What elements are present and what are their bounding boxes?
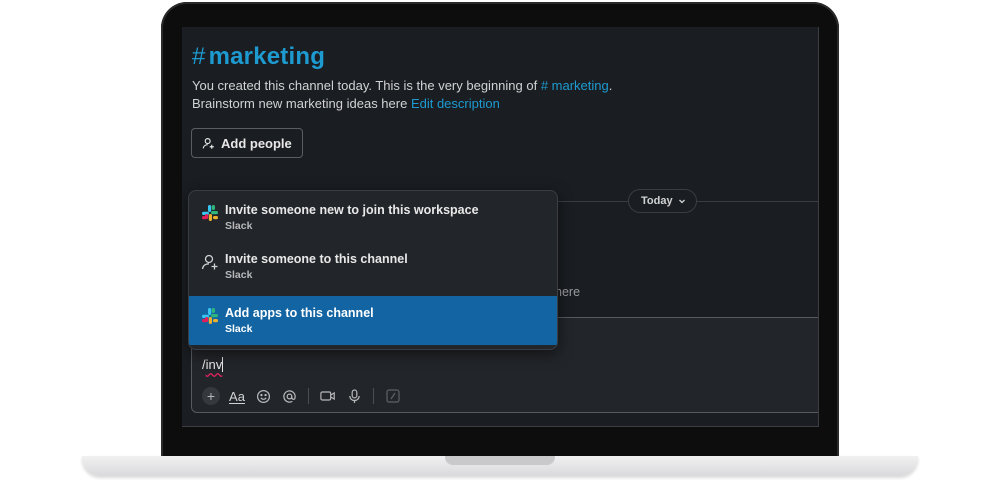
- channel-hash: #: [192, 43, 206, 70]
- intro-text: You created this channel today. This is …: [192, 78, 541, 93]
- page-title: # marketing: [192, 43, 325, 71]
- channel-name: marketing: [208, 43, 326, 70]
- format-icon: Aa: [229, 388, 245, 404]
- mention-button[interactable]: [278, 385, 300, 407]
- obscured-message-text: here: [555, 285, 581, 299]
- message-input[interactable]: /inv: [202, 357, 224, 372]
- channel-description-line: Brainstorm new marketing ideas here Edit…: [192, 96, 500, 111]
- intro-suffix: .: [608, 78, 613, 93]
- video-clip-button[interactable]: [317, 385, 339, 407]
- plus-icon: +: [202, 387, 220, 405]
- input-typed-text: inv: [205, 357, 223, 372]
- microphone-icon: [348, 388, 360, 403]
- slack-logo-icon: [202, 205, 218, 221]
- shortcuts-button[interactable]: [382, 385, 404, 407]
- menu-item-add-apps[interactable]: Add apps to this channel Slack: [189, 296, 557, 345]
- emoji-button[interactable]: [252, 385, 274, 407]
- chevron-down-icon: [678, 199, 685, 204]
- menu-item-source: Slack: [225, 323, 253, 335]
- menu-item-source: Slack: [225, 269, 253, 281]
- add-people-label: Add people: [221, 135, 292, 151]
- menu-item-title: Invite someone to this channel: [225, 252, 408, 266]
- add-person-icon: [202, 137, 214, 149]
- slack-channel-view: # marketing You created this channel toda…: [182, 27, 819, 427]
- toolbar-separator: [373, 388, 374, 404]
- attach-button[interactable]: +: [200, 385, 222, 407]
- laptop-notch: [445, 456, 555, 465]
- toolbar-separator: [308, 388, 309, 404]
- slack-logo-icon: [202, 308, 218, 324]
- formatting-button[interactable]: Aa: [226, 385, 248, 407]
- menu-item-source: Slack: [225, 220, 253, 232]
- mention-icon: [282, 389, 296, 403]
- channel-intro: You created this channel today. This is …: [192, 78, 612, 93]
- composer-toolbar: + Aa: [200, 385, 408, 407]
- date-pill[interactable]: Today: [628, 189, 697, 213]
- menu-item-title: Add apps to this channel: [225, 306, 374, 320]
- emoji-icon: [256, 389, 270, 403]
- menu-item-title: Invite someone new to join this workspac…: [225, 203, 479, 217]
- channel-link[interactable]: # marketing: [541, 78, 609, 93]
- slash-command-menu: Invite someone new to join this workspac…: [188, 190, 558, 350]
- audio-clip-button[interactable]: [343, 385, 365, 407]
- menu-item-invite-channel[interactable]: Invite someone to this channel Slack: [189, 242, 557, 291]
- add-people-button[interactable]: Add people: [191, 128, 303, 158]
- menu-item-invite-workspace[interactable]: Invite someone new to join this workspac…: [189, 193, 557, 242]
- video-icon: [320, 391, 335, 401]
- date-label: Today: [641, 195, 673, 207]
- add-user-icon: [201, 254, 218, 270]
- edit-description-link[interactable]: Edit description: [411, 96, 500, 111]
- channel-description: Brainstorm new marketing ideas here: [192, 96, 411, 111]
- text-caret: [222, 357, 224, 372]
- shortcut-icon: [386, 389, 400, 403]
